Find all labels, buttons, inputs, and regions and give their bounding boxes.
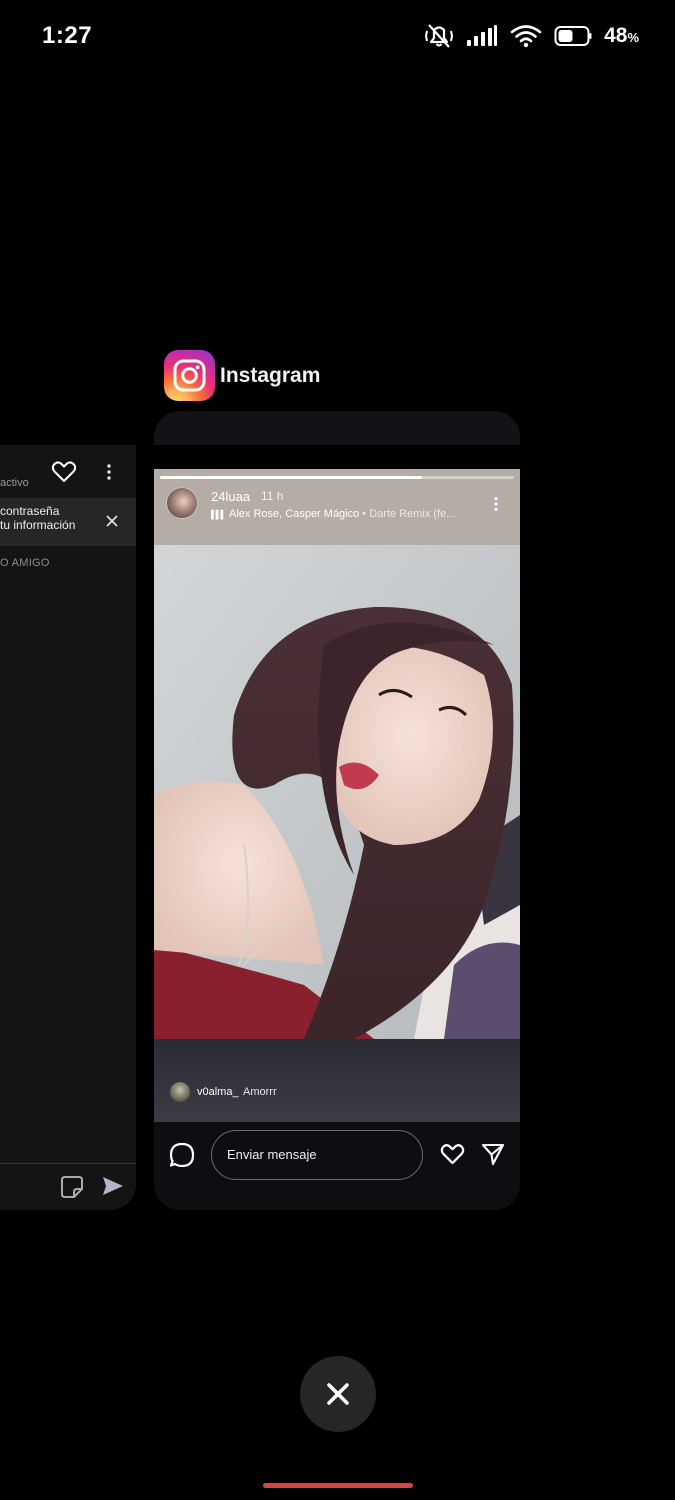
mute-vibrate-icon bbox=[425, 24, 454, 48]
password-notice-banner[interactable]: contraseña tu información bbox=[0, 498, 136, 546]
sticker-icon[interactable] bbox=[60, 1175, 84, 1199]
status-bar: 1:27 48% bbox=[0, 0, 675, 72]
story-username[interactable]: 24luaa bbox=[211, 489, 250, 504]
music-info[interactable]: ▌▌▌ Alex Rose, Casper Mágico • Darte Remi… bbox=[211, 508, 455, 520]
music-song: • Darte Remix (fe... bbox=[359, 508, 456, 520]
banner-line-1: contraseña bbox=[0, 504, 60, 518]
signal-icon bbox=[467, 25, 498, 46]
more-vertical-icon[interactable] bbox=[493, 496, 499, 512]
gesture-navigation-bar[interactable] bbox=[263, 1483, 413, 1488]
send-icon[interactable] bbox=[101, 1175, 125, 1197]
story-time: 11 h bbox=[261, 489, 284, 503]
status-icons: 48% bbox=[424, 20, 639, 52]
reply-text: Amorrr bbox=[243, 1086, 277, 1098]
close-icon[interactable] bbox=[106, 515, 118, 527]
message-input-placeholder: Enviar mensaje bbox=[227, 1147, 317, 1162]
avatar[interactable] bbox=[170, 1082, 190, 1102]
recent-app-card-left[interactable]: activo contraseña tu información O AMIGO bbox=[0, 445, 136, 1210]
banner-line-2: tu información bbox=[0, 518, 76, 532]
story-header: 24luaa 11 h ▌▌▌ Alex Rose, Casper Mágico … bbox=[154, 469, 520, 545]
app-name: Instagram bbox=[220, 363, 321, 387]
more-vertical-icon[interactable] bbox=[106, 463, 112, 481]
avatar[interactable] bbox=[166, 487, 198, 519]
divider bbox=[0, 1163, 136, 1164]
heart-icon[interactable] bbox=[440, 1143, 465, 1165]
status-time: 1:27 bbox=[42, 22, 93, 49]
clear-all-button[interactable] bbox=[300, 1356, 376, 1432]
story-progress-bar bbox=[160, 476, 514, 479]
card-top-strip bbox=[154, 411, 520, 445]
battery-icon bbox=[554, 26, 592, 46]
message-input[interactable]: Enviar mensaje bbox=[211, 1130, 423, 1180]
music-artists: Alex Rose, Casper Mágico bbox=[229, 508, 360, 520]
instagram-icon[interactable] bbox=[164, 350, 215, 401]
send-icon[interactable] bbox=[481, 1142, 505, 1166]
music-bars-icon: ▌▌▌ bbox=[211, 510, 226, 519]
section-label: O AMIGO bbox=[0, 557, 50, 569]
recent-app-card-instagram[interactable]: 24luaa 11 h ▌▌▌ Alex Rose, Casper Mágico … bbox=[154, 469, 520, 1210]
story-photo[interactable] bbox=[154, 545, 520, 1039]
story-footer: v0alma_ Amorrr bbox=[154, 1039, 520, 1122]
story-photo-illustration bbox=[154, 545, 520, 1039]
comment-icon[interactable] bbox=[169, 1142, 195, 1168]
active-status-text: activo bbox=[0, 477, 29, 489]
app-label[interactable]: Instagram bbox=[164, 350, 320, 401]
reply-username[interactable]: v0alma_ bbox=[197, 1086, 239, 1098]
battery-percentage: 48% bbox=[604, 24, 639, 47]
wifi-icon bbox=[510, 25, 542, 48]
heart-icon[interactable] bbox=[51, 460, 77, 484]
reply-bar: Enviar mensaje bbox=[154, 1122, 520, 1210]
story-progress-fill bbox=[160, 476, 422, 479]
close-icon bbox=[327, 1383, 349, 1405]
